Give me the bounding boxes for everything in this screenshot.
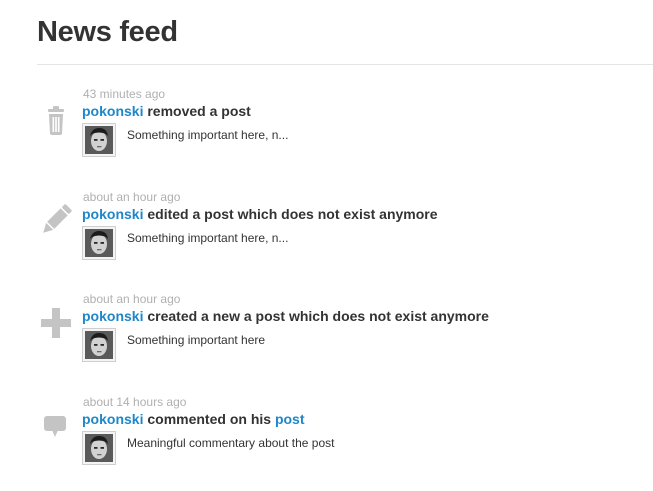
timestamp: about an hour ago [83,190,181,204]
activity-headline: pokonski created a new a post which does… [82,307,489,325]
action-text: edited a post which does not exist anymo… [147,206,438,222]
title-divider [37,64,653,65]
feed-item: 43 minutes ago pokonski removed a post S… [0,87,653,177]
feed-item: about an hour ago pokonski edited a post… [0,190,653,280]
comment-icon [38,409,74,445]
avatar[interactable] [82,226,116,260]
page-title: News feed [37,16,178,48]
user-link[interactable]: pokonski [82,206,143,222]
activity-headline: pokonski commented on his post [82,410,305,428]
timestamp: about an hour ago [83,292,181,306]
post-snippet: Something important here, n... [127,231,289,245]
timestamp: 43 minutes ago [83,87,166,101]
action-text: removed a post [147,103,251,119]
feed-item: about 14 hours ago pokonski commented on… [0,395,653,485]
post-link[interactable]: post [275,411,305,427]
avatar[interactable] [82,328,116,362]
post-snippet: Something important here [127,333,266,347]
user-link[interactable]: pokonski [82,411,143,427]
user-link[interactable]: pokonski [82,308,143,324]
avatar[interactable] [82,431,116,465]
feed-item: about an hour ago pokonski created a new… [0,292,653,382]
pencil-icon [38,202,74,238]
plus-icon [38,306,74,342]
action-text: commented on his [147,411,272,427]
post-snippet: Meaningful commentary about the post [127,436,335,450]
timestamp: about 14 hours ago [83,395,187,409]
avatar[interactable] [82,123,116,157]
post-snippet: Something important here, n... [127,128,289,142]
activity-headline: pokonski removed a post [82,102,251,120]
activity-headline: pokonski edited a post which does not ex… [82,205,438,223]
trash-icon [38,104,74,140]
action-text: created a new a post which does not exis… [147,308,489,324]
user-link[interactable]: pokonski [82,103,143,119]
